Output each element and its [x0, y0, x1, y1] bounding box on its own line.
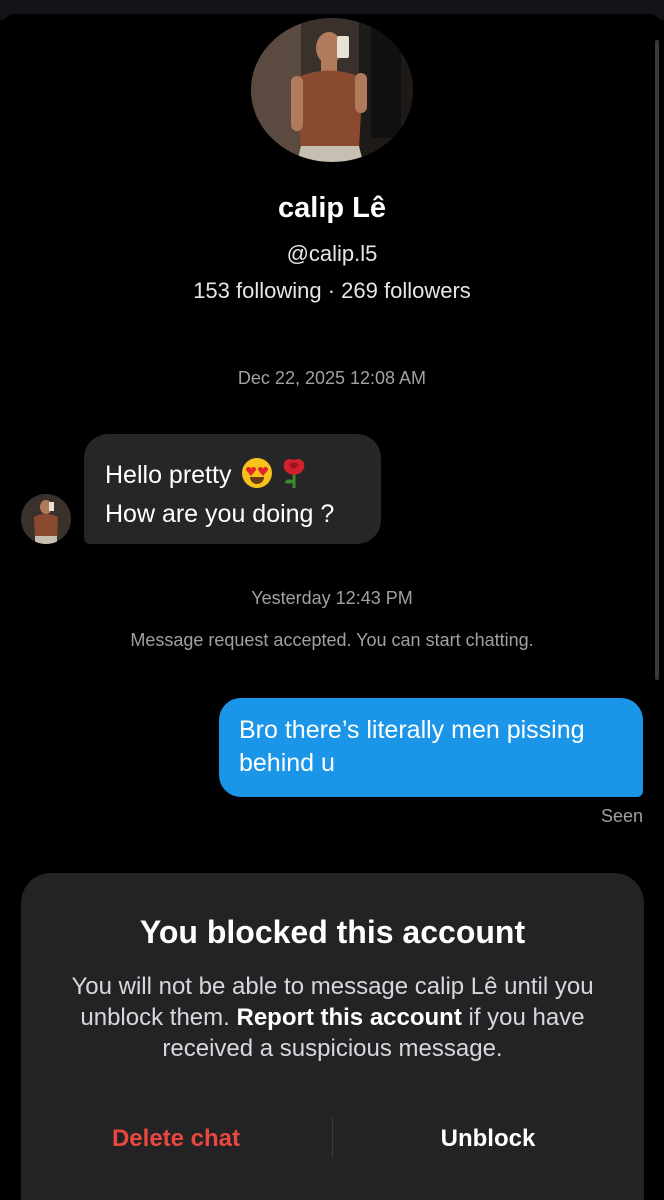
incoming-message-bubble[interactable]: Hello pretty How are you doing ? — [84, 434, 381, 544]
timestamp: Dec 22, 2025 12:08 AM — [237, 368, 427, 388]
message-text: Hello pretty — [105, 461, 232, 489]
blocked-account-panel: You blocked this account You will not be… — [21, 873, 644, 1200]
rose-emoji-icon — [284, 459, 305, 488]
chat-screen: calip Lê @calip.l5 153 following · 269 f… — [0, 0, 664, 1200]
profile-handle: @calip.l5 — [286, 241, 378, 266]
profile-stats: 153 following · 269 followers — [193, 278, 471, 303]
blocked-title: You blocked this account — [139, 914, 526, 950]
request-accepted-notice: Message request accepted. You can start … — [130, 630, 534, 650]
blocked-description: You will not be able to message calip Lê… — [51, 971, 614, 1064]
report-account-link[interactable]: Report this account — [236, 1004, 461, 1031]
message-line: Hello pretty — [105, 456, 381, 495]
button-divider — [332, 1118, 333, 1158]
timestamp: Yesterday 12:43 PM — [251, 588, 413, 608]
profile-photo-icon — [251, 18, 413, 162]
delete-chat-button[interactable]: Delete chat — [61, 1117, 291, 1161]
heart-eyes-emoji-icon — [242, 458, 273, 488]
unblock-button[interactable]: Unblock — [373, 1117, 603, 1161]
sender-avatar-icon — [21, 494, 71, 544]
message-line: How are you doing ? — [105, 500, 335, 528]
sender-avatar[interactable] — [21, 494, 71, 544]
outgoing-message-bubble[interactable]: Bro there’s literally men pissing behind… — [219, 698, 643, 797]
profile-avatar[interactable] — [251, 18, 413, 162]
profile-name: calip Lê — [278, 192, 386, 224]
seen-status: Seen — [600, 806, 643, 826]
message-text: Bro there’s literally men pissing behind… — [239, 716, 585, 777]
scrollbar[interactable] — [655, 40, 659, 680]
